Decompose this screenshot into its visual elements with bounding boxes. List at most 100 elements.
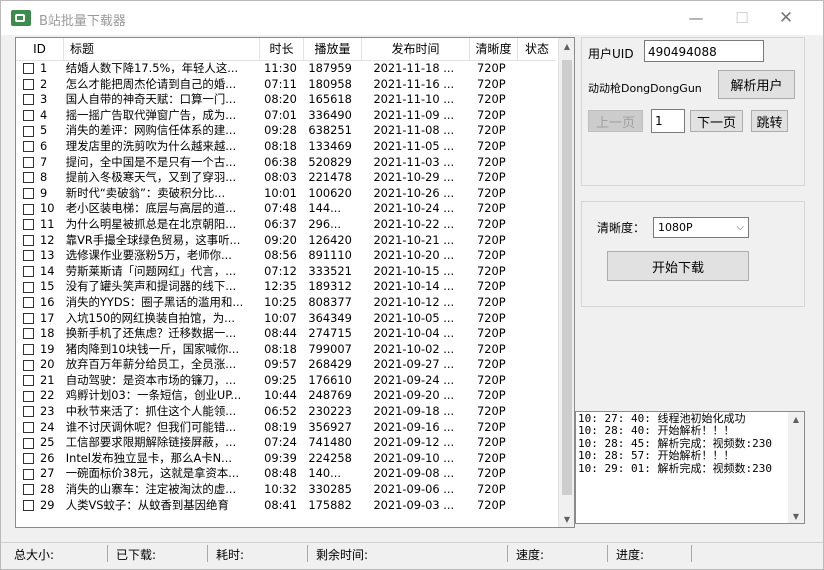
table-row[interactable]: 25 工信部要求限期解除链接屏蔽，... 07:24 741480 2021-09-12… [16,435,557,451]
row-status [515,233,557,249]
row-checkbox[interactable] [23,110,34,122]
table-row[interactable]: 21 自动驾驶：是资本市场的镰刀，... 09:25 176610 2021-09-24… [16,373,557,389]
row-status [515,373,557,389]
table-row[interactable]: 27 一碗面标价38元，这就是拿资本... 08:48 140... 2021-09-0… [16,466,557,482]
next-page-button[interactable]: 下一页 [690,110,743,132]
row-checkbox[interactable] [23,172,34,184]
row-checkbox[interactable] [23,312,34,324]
row-checkbox[interactable] [23,468,34,480]
table-row[interactable]: 9 新时代“卖破翁”：卖破积分比... 10:01 100620 2021-10-26 … [16,186,557,202]
table-row[interactable]: 29 人类VS蚊子：从蚊香到基因绝育 08:41 175882 2021-09-03 .… [16,498,557,514]
table-row[interactable]: 23 中秋节来活了：抓住这个人能领... 06:52 230223 2021-09-18… [16,404,557,420]
table-row[interactable]: 2 怎么才能把周杰伦请到自己的婚... 07:11 180958 2021-11-16 … [16,77,557,93]
table-row[interactable]: 26 Intel发布独立显卡，那么A卡N... 09:39 224258 2021-09… [16,451,557,467]
table-row[interactable]: 17 入坑150的网红换装自拍馆，为... 10:07 364349 2021-10-0… [16,311,557,327]
row-checkbox[interactable] [23,297,34,309]
row-checkbox[interactable] [23,406,34,418]
uid-input[interactable]: 490494088 [644,40,764,62]
row-checkbox[interactable] [23,359,34,371]
table-row[interactable]: 24 谁不讨厌调休呢？但我们可能错... 08:19 356927 2021-09-16… [16,420,557,436]
page-number-input[interactable]: 1 [651,109,685,133]
header-id[interactable]: ID [16,38,64,60]
log-scroll-down-icon[interactable]: ▼ [788,509,804,523]
table-row[interactable]: 5 消失的差评：网购信任体系的建... 09:28 638251 2021-11-08 … [16,123,557,139]
table-row[interactable]: 20 放弃百万年薪分给员工，全员涨... 09:57 268429 2021-09-27… [16,357,557,373]
table-row[interactable]: 18 换新手机了还焦虑？迁移数据一... 08:44 274715 2021-10-04… [16,326,557,342]
row-date: 2021-11-10 ... [373,92,455,107]
parse-user-button[interactable]: 解析用户 [718,70,795,99]
row-resolution: 720P [477,201,506,216]
table-row[interactable]: 1 结婚人数下降17.5%，年轻人这... 11:30 187959 2021-11-1… [16,61,557,77]
row-plays: 230223 [308,404,352,419]
start-download-button[interactable]: 开始下载 [607,251,749,281]
row-checkbox[interactable] [23,78,34,90]
row-checkbox[interactable] [23,63,34,75]
log-scrollbar[interactable]: ▲ ▼ [788,412,804,523]
table-body: 1 结婚人数下降17.5%，年轻人这... 11:30 187959 2021-11-1… [16,61,557,513]
scroll-thumb[interactable] [562,60,572,495]
row-checkbox[interactable] [23,125,34,137]
row-checkbox[interactable] [23,499,34,511]
row-checkbox[interactable] [23,250,34,262]
prev-page-button[interactable]: 上一页 [588,110,643,132]
scroll-up-arrow-icon[interactable]: ▲ [559,38,574,54]
row-checkbox[interactable] [23,390,34,402]
table-row[interactable]: 8 提前入冬极寒天气，又到了穿羽... 08:03 221478 2021-10-29 … [16,170,557,186]
row-checkbox[interactable] [23,375,34,387]
row-checkbox[interactable] [23,328,34,340]
table-row[interactable]: 14 劳斯莱斯请「问题网红」代言，... 07:12 333521 2021-10-15… [16,264,557,280]
table-row[interactable]: 3 国人自带的神奇天赋：口算一门... 08:20 165618 2021-11-10 … [16,92,557,108]
table-row[interactable]: 13 选修课作业要涨粉5万，老师你... 08:56 891110 2021-10-20… [16,248,557,264]
row-date: 2021-10-29 ... [373,170,455,185]
row-checkbox[interactable] [23,437,34,449]
header-status[interactable]: 状态 [518,38,556,60]
table-row[interactable]: 12 靠VR手撮全球绿色贸易，这事听... 09:20 126420 2021-10-2… [16,233,557,249]
table-row[interactable]: 15 没有了罐头笑声和提词器的线下... 12:35 189312 2021-10-14… [16,279,557,295]
row-date: 2021-10-12 ... [373,294,455,309]
header-resolution[interactable]: 清晰度 [470,38,518,60]
row-duration: 07:01 [264,107,297,122]
table-row[interactable]: 19 猪肉降到10块钱一斤，国家喊你... 08:18 799007 2021-10-0… [16,342,557,358]
row-duration: 12:35 [264,279,297,294]
header-title[interactable]: 标题 [64,38,260,60]
row-checkbox[interactable] [23,94,34,106]
video-table[interactable]: ID 标题 时长 播放量 发布时间 清晰度 状态 1 结婚人数下降17.5%，年轻… [15,37,575,528]
row-resolution: 720P [477,326,506,341]
table-row[interactable]: 4 摇一摇广告取代弹窗广告，成为... 07:01 336490 2021-11-09 … [16,108,557,124]
row-checkbox[interactable] [23,266,34,278]
table-row[interactable]: 22 鸡孵计划03：一条短信，创业UP... 10:44 248769 2021-09-… [16,388,557,404]
row-checkbox[interactable] [23,219,34,231]
header-plays[interactable]: 播放量 [304,38,362,60]
resolution-select[interactable]: 1080P ⌵ [653,217,749,238]
table-row[interactable]: 6 理发店里的洗剪吹为什么越来越... 08:18 133469 2021-11-05 … [16,139,557,155]
row-checkbox[interactable] [23,203,34,215]
table-row[interactable]: 28 消失的山寨车：注定被淘汰的虚... 10:32 330285 2021-09-06… [16,482,557,498]
row-status [515,466,557,482]
scroll-down-arrow-icon[interactable]: ▼ [559,511,574,527]
row-checkbox[interactable] [23,453,34,465]
minimize-button[interactable]: — [673,1,719,35]
header-date[interactable]: 发布时间 [362,38,470,60]
table-row[interactable]: 10 老小区装电梯：底层与高层的道... 07:48 144... 2021-10-24… [16,201,557,217]
row-status [515,342,557,358]
row-checkbox[interactable] [23,156,34,168]
row-checkbox[interactable] [23,281,34,293]
row-checkbox[interactable] [23,484,34,496]
row-checkbox[interactable] [23,421,34,433]
table-row[interactable]: 16 消失的YYDS：圈子黑话的滥用和... 10:25 808377 2021-10-… [16,295,557,311]
row-checkbox[interactable] [23,234,34,246]
row-checkbox[interactable] [23,141,34,153]
table-row[interactable]: 11 为什么明星被抓总是在北京朝阳... 06:37 296... 2021-10-22… [16,217,557,233]
header-duration[interactable]: 时长 [260,38,304,60]
close-button[interactable]: ✕ [763,1,809,35]
log-scroll-up-icon[interactable]: ▲ [788,412,804,426]
table-scrollbar[interactable]: ▲ ▼ [558,38,574,527]
status-elapsed: 耗时: [216,548,245,562]
row-checkbox[interactable] [23,188,34,200]
row-checkbox[interactable] [23,343,34,355]
log-box[interactable]: 10: 27: 40: 线程池初始化成功 10: 28: 40: 开始解析！！！ 1… [575,411,805,524]
row-title: 人类VS蚊子：从蚊香到基因绝育 [65,497,229,512]
table-row[interactable]: 7 提问，全中国是不是只有一个古... 06:38 520829 2021-11-03 … [16,155,557,171]
jump-button[interactable]: 跳转 [751,110,788,132]
row-resolution: 720P [477,279,506,294]
